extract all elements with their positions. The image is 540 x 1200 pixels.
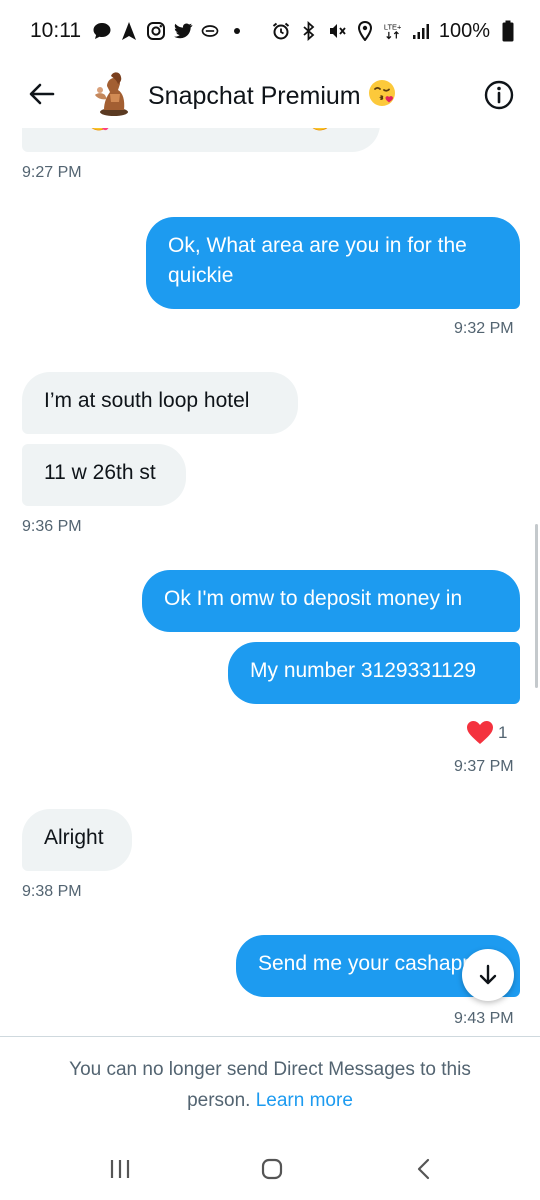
back-button[interactable] xyxy=(26,78,58,110)
message-bubble-outgoing[interactable]: My number 3129331129 xyxy=(228,642,520,704)
message-bubble-outgoing[interactable]: Ok I'm omw to deposit money in xyxy=(142,570,520,632)
scroll-to-bottom-button[interactable] xyxy=(462,949,514,1001)
message-timestamp: 9:27 PM xyxy=(22,164,82,181)
reaction-count: 1 xyxy=(498,723,508,742)
link-icon xyxy=(200,21,220,41)
learn-more-link[interactable]: Learn more xyxy=(256,1090,353,1111)
message-list[interactable]: free 😋 Lets have some fun 😘 9:27 PM Ok, … xyxy=(0,128,540,1036)
home-icon xyxy=(261,1158,283,1180)
status-time: 10:11 xyxy=(30,19,81,42)
recent-apps-button[interactable] xyxy=(100,1154,140,1184)
message-text: Send me your cashapp xyxy=(258,952,474,975)
recent-apps-icon xyxy=(110,1160,130,1178)
message-bubble-incoming[interactable]: 11 w 26th st xyxy=(22,444,186,506)
home-button[interactable] xyxy=(252,1154,292,1184)
message-timestamp: 9:37 PM xyxy=(454,758,514,775)
message-text: My number 3129331129 xyxy=(250,659,477,682)
system-back-button[interactable] xyxy=(404,1154,444,1184)
message-bubble-incoming[interactable]: Alright xyxy=(22,809,132,871)
conversation-header: Snapchat Premium xyxy=(0,62,540,128)
twitter-icon xyxy=(173,21,193,41)
location-icon xyxy=(355,21,375,41)
signal-icon xyxy=(411,21,431,41)
dot-indicator xyxy=(227,21,247,41)
heart-icon xyxy=(467,721,493,744)
message-timestamp: 9:43 PM xyxy=(454,1010,514,1027)
message-timestamp: 9:38 PM xyxy=(22,883,82,900)
dm-disabled-notice: You can no longer send Direct Messages t… xyxy=(40,1054,500,1116)
message-text: 11 w 26th st xyxy=(44,461,156,484)
scrollbar-thumb[interactable] xyxy=(535,524,538,688)
status-bar: 10:11 LTE+ 100% xyxy=(0,0,540,62)
message-timestamp: 9:36 PM xyxy=(22,518,82,535)
kissing-face-emoji xyxy=(367,78,397,115)
arrow-down-icon xyxy=(479,964,497,985)
lte-icon: LTE+ xyxy=(383,21,403,41)
mute-icon xyxy=(327,21,347,41)
message-text: Ok, What area are you in for the xyxy=(168,234,467,257)
back-arrow-icon xyxy=(29,83,55,105)
message-text: quickie xyxy=(168,264,234,287)
message-bubble-outgoing[interactable]: Ok, What area are you in for the quickie xyxy=(146,217,520,309)
info-icon xyxy=(484,80,514,110)
message-text: Alright xyxy=(44,826,104,849)
chat-bubble-icon xyxy=(92,21,112,41)
message-text: Ok I'm omw to deposit money in xyxy=(164,587,463,610)
conversation-title: Snapchat Premium xyxy=(148,82,361,110)
message-text: I’m at south loop hotel xyxy=(44,389,250,412)
instagram-icon xyxy=(146,21,166,41)
status-left: 10:11 xyxy=(30,19,247,43)
alarm-icon xyxy=(271,21,291,41)
battery-percent: 100% xyxy=(438,19,490,42)
avatar[interactable] xyxy=(88,68,138,118)
system-navigation-bar xyxy=(0,1138,540,1200)
message-text: free 😋 Lets have some fun 😘 xyxy=(44,128,358,136)
message-timestamp: 9:32 PM xyxy=(454,320,514,337)
battery-icon xyxy=(498,20,518,42)
nav-back-icon xyxy=(417,1158,430,1180)
navigation-icon xyxy=(119,21,139,41)
message-bubble-incoming[interactable]: I’m at south loop hotel xyxy=(22,372,298,434)
footer-divider xyxy=(0,1036,540,1037)
conversation-info-button[interactable] xyxy=(482,78,516,112)
header-title-group[interactable]: Snapchat Premium xyxy=(148,78,397,115)
svg-text:LTE+: LTE+ xyxy=(384,22,402,31)
status-right: LTE+ 100% xyxy=(271,20,518,43)
bluetooth-icon xyxy=(299,21,319,41)
message-reaction[interactable]: 1 xyxy=(466,720,507,746)
message-bubble-incoming[interactable]: free 😋 Lets have some fun 😘 xyxy=(22,128,380,152)
